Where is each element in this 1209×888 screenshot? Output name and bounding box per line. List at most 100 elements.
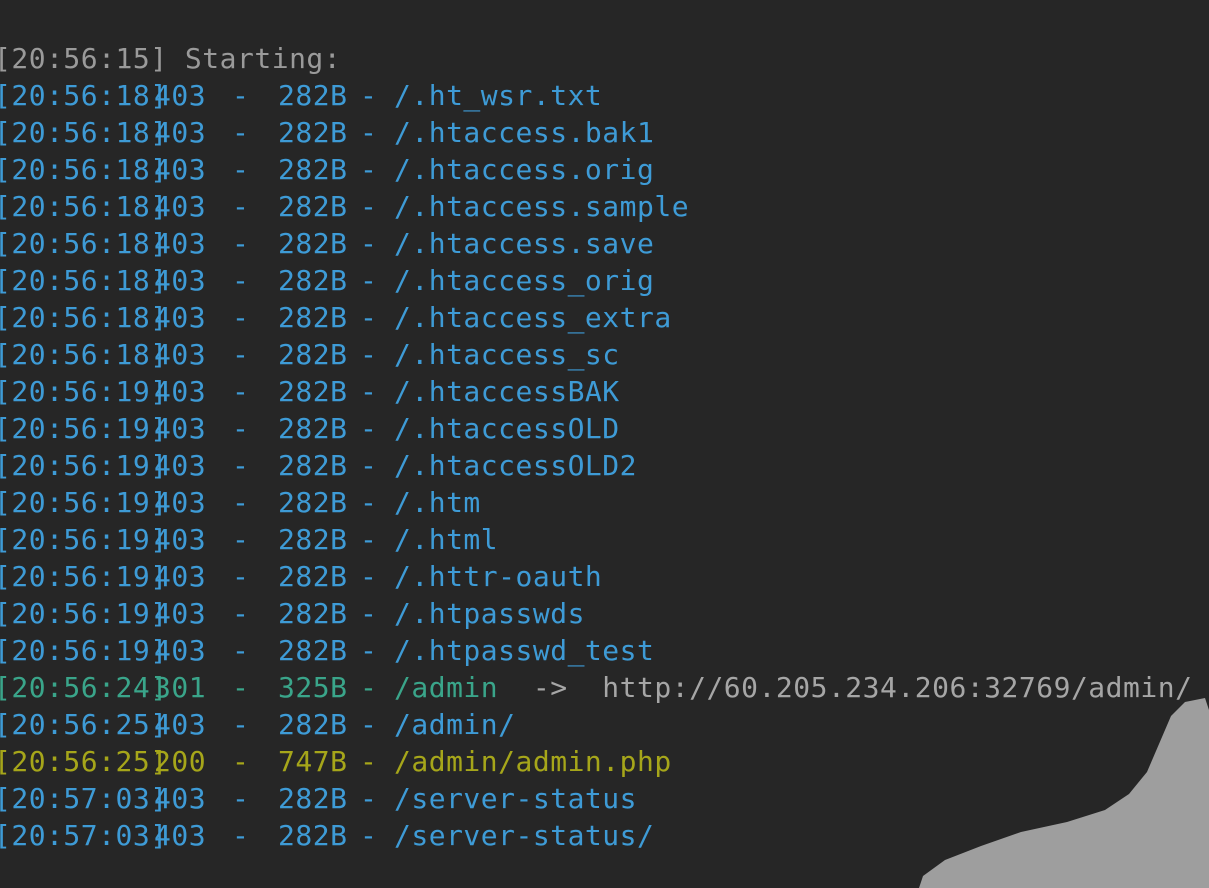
entry-separator: -	[360, 79, 378, 112]
entry-size: 282B	[278, 634, 348, 667]
entry-path: /.htpasswd_test	[394, 634, 655, 667]
entry-separator: -	[360, 338, 378, 371]
log-entry: [20:56:18]403-282B -/.htaccess.save	[0, 225, 1192, 262]
entry-dash: -	[232, 449, 250, 482]
entry-size: 747B	[278, 745, 348, 778]
entry-size: 282B	[278, 560, 348, 593]
entry-dash: -	[232, 819, 250, 852]
entry-separator: -	[360, 634, 378, 667]
entry-size: 282B	[278, 449, 348, 482]
entry-timestamp: [20:56:19]	[0, 523, 168, 556]
entry-timestamp: [20:56:25]	[0, 745, 168, 778]
entry-status-code: 403	[154, 523, 207, 556]
log-entry: [20:56:19]403-282B -/.htm	[0, 484, 1192, 521]
entry-separator: -	[360, 745, 378, 778]
log-entry: [20:56:18]403-282B -/.ht_wsr.txt	[0, 77, 1192, 114]
entry-path: /.htpasswds	[394, 597, 585, 630]
entry-dash: -	[232, 116, 250, 149]
entry-dash: -	[232, 338, 250, 371]
entry-status-code: 200	[154, 745, 207, 778]
log-entry: [20:56:19]403-282B -/.htaccessBAK	[0, 373, 1192, 410]
entry-separator: -	[360, 486, 378, 519]
entry-path: /.ht_wsr.txt	[394, 79, 603, 112]
entry-path: /.htaccess_extra	[394, 301, 672, 334]
entry-separator: -	[360, 523, 378, 556]
entry-status-code: 403	[154, 597, 207, 630]
entry-separator: -	[360, 708, 378, 741]
entry-size: 282B	[278, 486, 348, 519]
entry-status-code: 403	[154, 486, 207, 519]
entry-size: 282B	[278, 375, 348, 408]
entry-separator: -	[360, 819, 378, 852]
log-entry: [20:56:19]403-282B -/.html	[0, 521, 1192, 558]
entry-timestamp: [20:56:19]	[0, 412, 168, 445]
entry-status-code: 403	[154, 301, 207, 334]
log-entry: [20:56:18]403-282B -/.htaccess_orig	[0, 262, 1192, 299]
entry-status-code: 403	[154, 449, 207, 482]
entry-status-code: 403	[154, 79, 207, 112]
entry-path: /.htaccessBAK	[394, 375, 620, 408]
entry-size: 325B	[278, 671, 348, 704]
entry-timestamp: [20:56:19]	[0, 486, 168, 519]
entry-timestamp: [20:56:18]	[0, 79, 168, 112]
entry-status-code: 301	[154, 671, 207, 704]
entry-timestamp: [20:57:03]	[0, 782, 168, 815]
entry-size: 282B	[278, 597, 348, 630]
entry-size: 282B	[278, 708, 348, 741]
entry-separator: -	[360, 375, 378, 408]
entry-path: /.htaccess.orig	[394, 153, 655, 186]
entry-path: /.htaccessOLD2	[394, 449, 638, 482]
log-entry: [20:56:19]403-282B -/.htaccessOLD	[0, 410, 1192, 447]
entry-timestamp: [20:57:03]	[0, 819, 168, 852]
entry-separator: -	[360, 116, 378, 149]
entry-size: 282B	[278, 338, 348, 371]
entry-size: 282B	[278, 264, 348, 297]
entry-size: 282B	[278, 782, 348, 815]
terminal-window[interactable]: [20:56:15] Starting: [20:56:18]403-282B -…	[0, 0, 1209, 888]
entry-status-code: 403	[154, 338, 207, 371]
log-entry: [20:56:18]403-282B -/.htaccess_extra	[0, 299, 1192, 336]
entry-path: /admin	[394, 671, 499, 704]
entry-separator: -	[360, 671, 378, 704]
entry-dash: -	[232, 486, 250, 519]
entry-separator: -	[360, 301, 378, 334]
entry-size: 282B	[278, 116, 348, 149]
entry-dash: -	[232, 745, 250, 778]
entry-status-code: 403	[154, 153, 207, 186]
entry-separator: -	[360, 449, 378, 482]
overlay-shape	[919, 698, 1209, 888]
entry-path: /server-status/	[394, 819, 655, 852]
entry-path: /admin/admin.php	[394, 745, 672, 778]
entry-status-code: 403	[154, 375, 207, 408]
log-entry: [20:56:19]403-282B -/.htpasswd_test	[0, 632, 1192, 669]
entry-separator: -	[360, 597, 378, 630]
log-entry: [20:56:18]403-282B -/.htaccess.sample	[0, 188, 1192, 225]
entry-timestamp: [20:56:18]	[0, 338, 168, 371]
entry-dash: -	[232, 264, 250, 297]
log-entry: [20:56:19]403-282B -/.htaccessOLD2	[0, 447, 1192, 484]
entry-timestamp: [20:56:19]	[0, 449, 168, 482]
entry-path: /server-status	[394, 782, 638, 815]
entry-timestamp: [20:56:18]	[0, 227, 168, 260]
entry-size: 282B	[278, 819, 348, 852]
entry-timestamp: [20:56:19]	[0, 375, 168, 408]
entry-dash: -	[232, 375, 250, 408]
entry-size: 282B	[278, 412, 348, 445]
entry-dash: -	[232, 412, 250, 445]
entry-dash: -	[232, 153, 250, 186]
entry-separator: -	[360, 190, 378, 223]
entry-path: /.httr-oauth	[394, 560, 603, 593]
entry-size: 282B	[278, 190, 348, 223]
entry-path: /.htaccess_orig	[394, 264, 655, 297]
entry-dash: -	[232, 227, 250, 260]
entry-size: 282B	[278, 523, 348, 556]
entry-dash: -	[232, 671, 250, 704]
entry-path: /.htaccessOLD	[394, 412, 620, 445]
entry-status-code: 403	[154, 560, 207, 593]
entry-status-code: 403	[154, 116, 207, 149]
entry-status-code: 403	[154, 227, 207, 260]
entry-separator: -	[360, 227, 378, 260]
entry-status-code: 403	[154, 634, 207, 667]
entry-size: 282B	[278, 301, 348, 334]
entry-path: /.htaccess.sample	[394, 190, 690, 223]
